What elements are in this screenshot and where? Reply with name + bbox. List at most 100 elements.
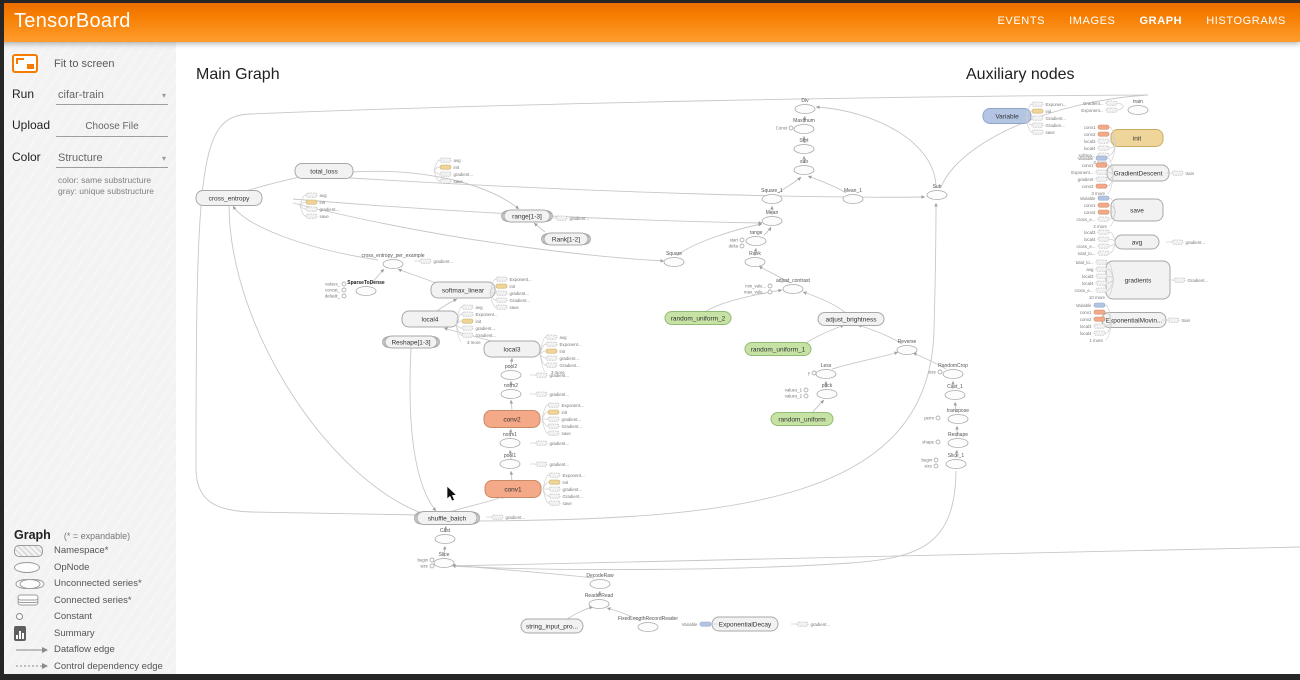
graph-const[interactable]: start bbox=[730, 238, 744, 243]
graph-op-sub[interactable]: sub bbox=[794, 159, 814, 175]
run-select[interactable]: cifar-train ▾ bbox=[56, 87, 168, 105]
graph-node-string_input[interactable]: string_input_pro... bbox=[521, 619, 583, 633]
graph-const[interactable]: begin bbox=[417, 558, 434, 563]
graph-op-adjust-contrast[interactable]: adjust_contrast bbox=[776, 278, 811, 294]
graph-op-transpose[interactable]: transpose bbox=[947, 408, 969, 424]
graph-op-mean[interactable]: Mean bbox=[762, 210, 782, 226]
graph-const[interactable]: values_2 bbox=[785, 394, 808, 399]
svg-text:conv2: conv2 bbox=[1082, 184, 1094, 189]
graph-op-cast[interactable]: Cast bbox=[435, 528, 455, 544]
tab-graph[interactable]: GRAPH bbox=[1140, 15, 1183, 27]
graph-node-adjust_brightness[interactable]: adjust_brightness bbox=[818, 313, 884, 326]
graph-const[interactable]: max_valu... bbox=[744, 290, 772, 295]
graph-node-range_1_3[interactable]: range[1-3] bbox=[502, 210, 553, 222]
graph-op-train[interactable]: train bbox=[1128, 99, 1148, 115]
graph-const[interactable]: default_ bbox=[325, 294, 346, 299]
color-select[interactable]: Structure ▾ bbox=[56, 150, 168, 168]
graph-node-softmax_linear[interactable]: softmax_linear bbox=[431, 282, 495, 298]
graph-op-slice-1[interactable]: Slice_1 bbox=[946, 453, 966, 469]
graph-const[interactable]: values_ bbox=[325, 282, 346, 287]
graph-op-norm2[interactable]: norm2 bbox=[501, 383, 521, 399]
graph-node-aux_exp_moving[interactable]: ExponentialMovin... bbox=[1102, 313, 1166, 328]
graph-node-conv2[interactable]: conv2 bbox=[484, 411, 540, 428]
graph-op-pool2[interactable]: pool2 bbox=[501, 364, 521, 380]
graph-op-div[interactable]: Div bbox=[795, 98, 815, 114]
graph-op-randomcrop[interactable]: RandomCrop bbox=[938, 363, 968, 379]
graph-op-rank[interactable]: Rank bbox=[745, 251, 765, 267]
graph-node-aux_save[interactable]: save bbox=[1111, 199, 1163, 221]
graph-node-reshape_1_3[interactable]: Reshape[1-3] bbox=[383, 336, 440, 348]
svg-text:save: save bbox=[562, 431, 572, 436]
tab-images[interactable]: IMAGES bbox=[1069, 15, 1115, 27]
graph-node-cross_entropy[interactable]: cross_entropy bbox=[196, 191, 262, 206]
graph-node-aux_variable[interactable]: Variable bbox=[983, 109, 1031, 124]
graph-op-reshape[interactable]: Reshape bbox=[948, 432, 968, 448]
svg-text:conv1: conv1 bbox=[1084, 125, 1096, 130]
graph-const[interactable]: shape bbox=[922, 440, 940, 445]
graph-node-aux_gradient_descent[interactable]: GradientDescent bbox=[1107, 165, 1169, 181]
graph-const[interactable]: values_1 bbox=[785, 388, 808, 393]
graph-node-rank_1_2[interactable]: Rank[1-2] bbox=[542, 233, 591, 245]
graph-node-conv1[interactable]: conv1 bbox=[485, 481, 541, 498]
graph-op-slice[interactable]: Slice bbox=[434, 552, 454, 568]
graph-op-range[interactable]: range bbox=[746, 230, 766, 246]
svg-text:Gradient...: Gradient... bbox=[560, 363, 581, 368]
graph-op-decoderaw[interactable]: DecodeRaw bbox=[586, 573, 614, 589]
legend-note: (* = expandable) bbox=[64, 531, 130, 541]
frame-border-left bbox=[0, 0, 4, 680]
svg-text:Slice: Slice bbox=[439, 552, 450, 558]
graph-op-cast-1[interactable]: Cast_1 bbox=[945, 384, 965, 400]
graph-op-pack[interactable]: pack bbox=[817, 383, 837, 399]
graph-const[interactable]: size bbox=[928, 370, 942, 375]
svg-text:SparseToDense: SparseToDense bbox=[347, 280, 385, 286]
graph-op-readerread[interactable]: ReaderRead bbox=[585, 593, 614, 609]
graph-op-norm1[interactable]: norm1 bbox=[500, 432, 520, 448]
svg-text:Cast: Cast bbox=[440, 528, 451, 534]
graph-op-mean-1[interactable]: Mean_1 bbox=[843, 188, 863, 204]
graph-op-pool1[interactable]: pool1 bbox=[500, 453, 520, 469]
tab-histograms[interactable]: HISTOGRAMS bbox=[1206, 15, 1286, 27]
graph-const[interactable]: size bbox=[924, 464, 938, 469]
graph-op-less[interactable]: Less bbox=[816, 363, 836, 379]
graph-op-square[interactable]: Square bbox=[664, 251, 684, 267]
graph-op-square-1[interactable]: Square_1 bbox=[761, 188, 783, 204]
svg-text:range[1-3]: range[1-3] bbox=[512, 213, 542, 220]
graph-node-local3[interactable]: local3 bbox=[484, 341, 540, 357]
graph-op-sub[interactable]: Sub bbox=[927, 184, 947, 200]
svg-text:Exponent...: Exponent... bbox=[476, 312, 498, 317]
svg-text:random_uniform_2: random_uniform_2 bbox=[671, 315, 726, 322]
graph-const[interactable]: concat_ bbox=[325, 288, 346, 293]
legend-title: Graph bbox=[14, 528, 51, 542]
svg-text:conv1: conv1 bbox=[1080, 310, 1092, 315]
graph-node-exponential_decay[interactable]: ExponentialDecay bbox=[712, 617, 778, 631]
graph-node-aux_init[interactable]: init bbox=[1111, 130, 1163, 147]
svg-text:Gradient...: Gradient... bbox=[1046, 116, 1067, 121]
graph-node-aux_avg[interactable]: avg bbox=[1115, 235, 1159, 249]
graph-const[interactable]: size bbox=[420, 564, 434, 569]
graph-op-reverse[interactable]: Reverse bbox=[897, 339, 917, 355]
choose-file-button[interactable]: Choose File bbox=[56, 119, 168, 137]
graph-node-local4[interactable]: local4 bbox=[402, 311, 458, 327]
graph-canvas[interactable]: total_loss cross_entropy range[1-3] Rank[1-… bbox=[0, 0, 1300, 680]
tab-events[interactable]: EVENTS bbox=[997, 15, 1045, 27]
graph-node-random_uniform_2[interactable]: random_uniform_2 bbox=[665, 312, 731, 325]
fit-to-screen-icon[interactable] bbox=[12, 54, 38, 73]
graph-op-sparsetodense[interactable]: SparseToDense bbox=[347, 280, 385, 296]
graph-op-maximum[interactable]: Maximum bbox=[793, 118, 815, 134]
graph-node-aux_gradients[interactable]: gradients bbox=[1106, 261, 1170, 299]
graph-node-shuffle_batch[interactable]: shuffle_batch bbox=[415, 512, 480, 525]
graph-const[interactable]: min_valu... bbox=[745, 284, 772, 289]
graph-node-random_uniform_1[interactable]: random_uniform_1 bbox=[745, 343, 811, 356]
svg-text:GradientDescent: GradientDescent bbox=[1114, 170, 1163, 177]
graph-const[interactable]: delta bbox=[729, 244, 744, 249]
graph-op-fixedlengthrecordreader[interactable]: FixedLengthRecordReader bbox=[618, 616, 678, 632]
graph-node-total_loss[interactable]: total_loss bbox=[295, 164, 353, 179]
graph-op-sqrt[interactable]: Sqrt bbox=[794, 138, 814, 154]
graph-const[interactable]: begin bbox=[921, 458, 938, 463]
graph-const[interactable]: perm bbox=[924, 416, 940, 421]
svg-text:default_: default_ bbox=[325, 294, 341, 299]
graph-const[interactable]: Const bbox=[776, 126, 793, 131]
svg-text:ExponentialMovin...: ExponentialMovin... bbox=[1106, 317, 1163, 324]
graph-node-random_uniform[interactable]: random_uniform bbox=[771, 413, 833, 426]
graph-const[interactable]: y bbox=[808, 371, 816, 376]
